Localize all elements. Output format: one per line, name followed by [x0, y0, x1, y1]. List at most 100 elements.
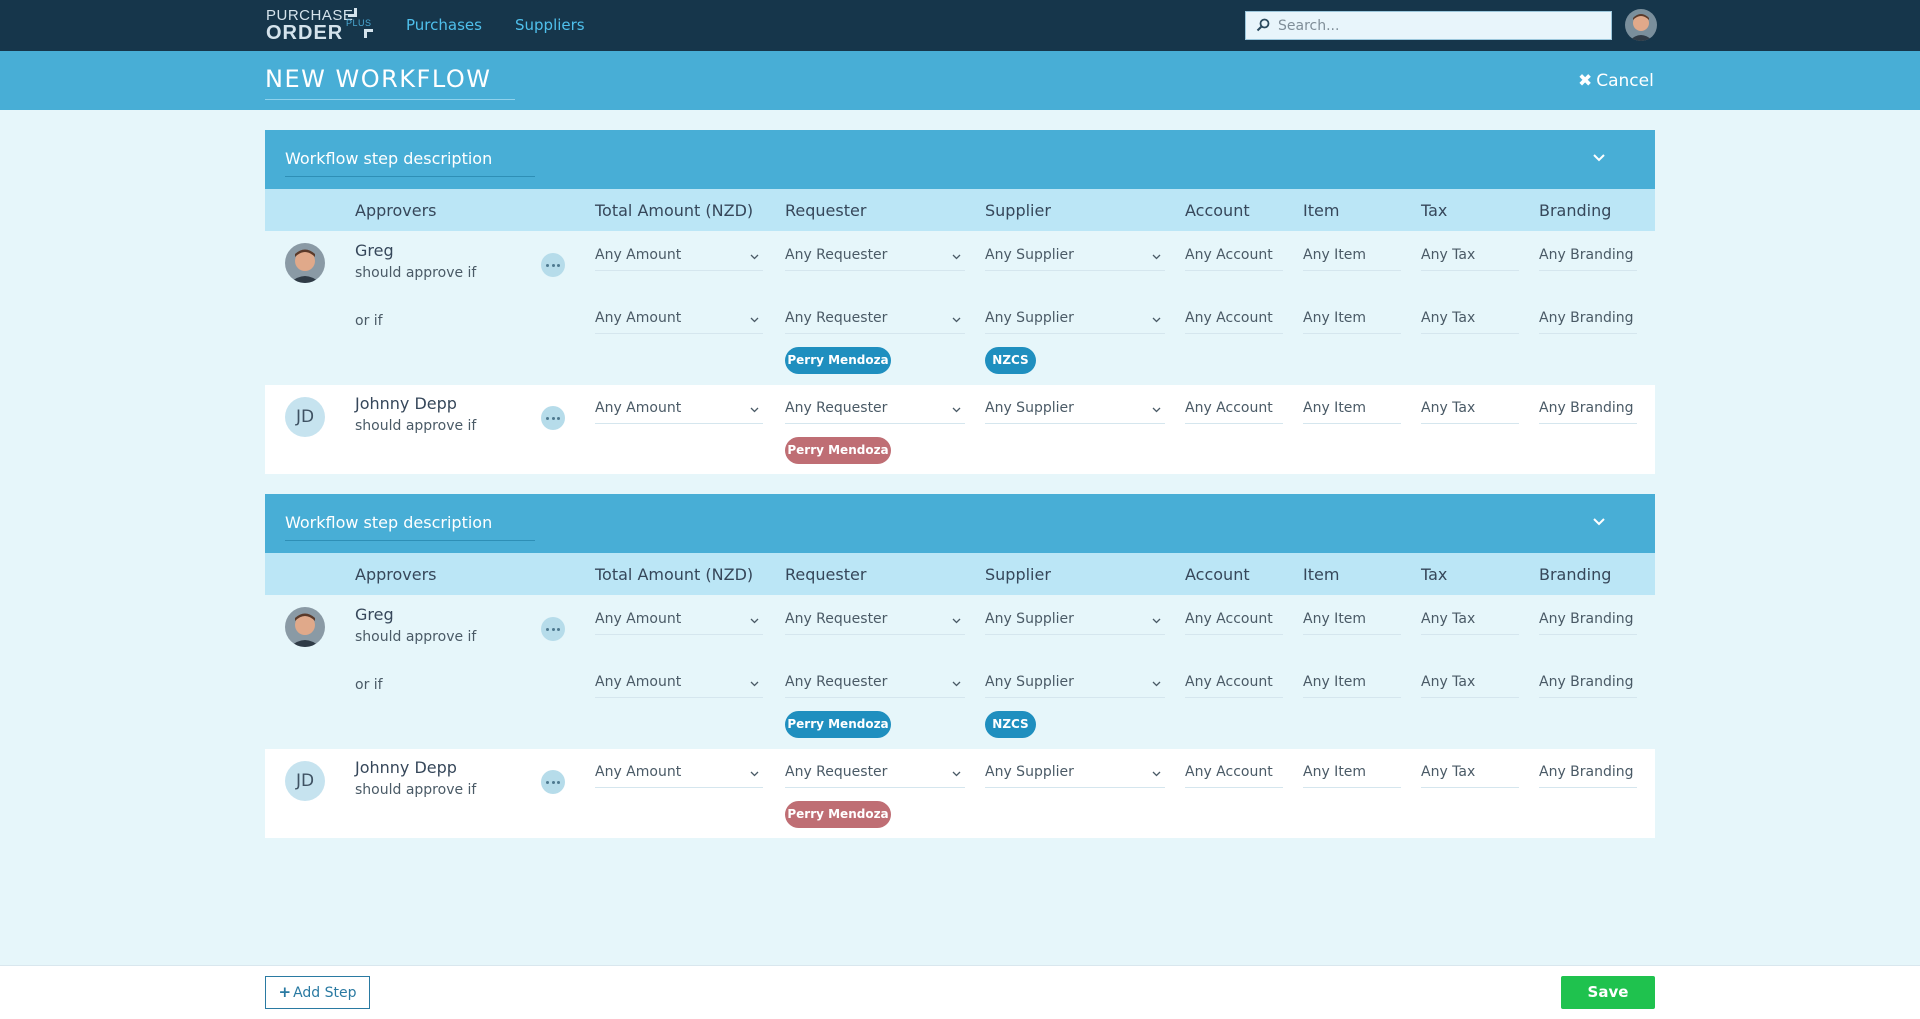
branding-field[interactable]: Any Branding [1539, 394, 1637, 424]
chevron-down-icon[interactable] [1591, 150, 1607, 166]
amount-select[interactable]: Any Amount [595, 241, 763, 271]
requester-select[interactable]: Any Requester [785, 668, 965, 698]
amount-select[interactable]: Any Amount [595, 668, 763, 698]
approver-name: Greg [355, 605, 394, 624]
col-requester: Requester [785, 565, 867, 584]
more-options-button[interactable] [541, 406, 565, 430]
search-box [1245, 11, 1612, 40]
logo-line1: PURCHASE [266, 7, 354, 24]
approver-condition-label: should approve if [355, 782, 477, 798]
approver-group: Greg should approve if Any Amount Any Re… [265, 231, 1655, 385]
supplier-select[interactable]: Any Supplier [985, 605, 1165, 635]
save-button[interactable]: Save [1561, 976, 1655, 1009]
approver-avatar [285, 607, 325, 647]
plus-icon: + [278, 983, 292, 1001]
requester-select[interactable]: Any Requester [785, 304, 965, 334]
app-logo[interactable]: PURCHASE ORDER PLUS [266, 7, 373, 44]
amount-select[interactable]: Any Amount [595, 605, 763, 635]
cancel-button[interactable]: ✖ Cancel [1578, 71, 1654, 91]
branding-field[interactable]: Any Branding [1539, 241, 1637, 271]
amount-select[interactable]: Any Amount [595, 304, 763, 334]
account-field[interactable]: Any Account [1185, 758, 1283, 788]
step-header: Workflow step description [265, 130, 1655, 189]
workflow-step: Workflow step description Approvers Tota… [265, 130, 1655, 474]
approver-group: JD Johnny Depp should approve if Any Amo… [265, 749, 1655, 838]
item-field[interactable]: Any Item [1303, 758, 1401, 788]
tax-field[interactable]: Any Tax [1421, 304, 1519, 334]
branding-field[interactable]: Any Branding [1539, 304, 1637, 334]
supplier-select[interactable]: Any Supplier [985, 668, 1165, 698]
supplier-tag[interactable]: NZCS [985, 347, 1036, 374]
more-options-button[interactable] [541, 253, 565, 277]
requester-tag[interactable]: Perry Mendoza [785, 347, 891, 374]
step-description-input[interactable]: Workflow step description [285, 149, 535, 177]
requester-select[interactable]: Any Requester [785, 394, 965, 424]
account-field[interactable]: Any Account [1185, 394, 1283, 424]
item-field[interactable]: Any Item [1303, 605, 1401, 635]
chevron-down-icon [1152, 681, 1161, 687]
amount-select[interactable]: Any Amount [595, 758, 763, 788]
branding-field[interactable]: Any Branding [1539, 668, 1637, 698]
approver-group: JD Johnny Depp should approve if Any Amo… [265, 385, 1655, 474]
chevron-down-icon [750, 681, 759, 687]
supplier-tag[interactable]: NZCS [985, 711, 1036, 738]
requester-tag[interactable]: Perry Mendoza [785, 437, 891, 464]
amount-select[interactable]: Any Amount [595, 394, 763, 424]
approver-group: Greg should approve if Any Amount Any Re… [265, 595, 1655, 749]
more-options-button[interactable] [541, 617, 565, 641]
approver-name: Greg [355, 241, 394, 260]
page-title: NEW WORKFLOW [265, 65, 515, 100]
chevron-down-icon [750, 618, 759, 624]
tax-field[interactable]: Any Tax [1421, 394, 1519, 424]
requester-select[interactable]: Any Requester [785, 241, 965, 271]
col-branding: Branding [1539, 201, 1612, 220]
item-field[interactable]: Any Item [1303, 241, 1401, 271]
tax-field[interactable]: Any Tax [1421, 605, 1519, 635]
nav-suppliers[interactable]: Suppliers [515, 16, 585, 34]
chevron-down-icon [750, 254, 759, 260]
more-options-button[interactable] [541, 770, 565, 794]
column-headers: Approvers Total Amount (NZD) Requester S… [265, 553, 1655, 595]
item-field[interactable]: Any Item [1303, 304, 1401, 334]
tax-field[interactable]: Any Tax [1421, 668, 1519, 698]
nav-purchases[interactable]: Purchases [406, 16, 482, 34]
branding-field[interactable]: Any Branding [1539, 605, 1637, 635]
requester-tag[interactable]: Perry Mendoza [785, 711, 891, 738]
supplier-select[interactable]: Any Supplier [985, 304, 1165, 334]
requester-select[interactable]: Any Requester [785, 605, 965, 635]
page-header: NEW WORKFLOW ✖ Cancel [0, 51, 1920, 110]
account-field[interactable]: Any Account [1185, 668, 1283, 698]
requester-tag[interactable]: Perry Mendoza [785, 801, 891, 828]
col-branding: Branding [1539, 565, 1612, 584]
tax-field[interactable]: Any Tax [1421, 758, 1519, 788]
col-tax: Tax [1421, 565, 1448, 584]
user-avatar[interactable] [1625, 9, 1657, 41]
approver-initials-avatar: JD [285, 761, 325, 801]
tax-field[interactable]: Any Tax [1421, 241, 1519, 271]
add-step-label: Add Step [293, 985, 357, 1001]
account-field[interactable]: Any Account [1185, 304, 1283, 334]
supplier-select[interactable]: Any Supplier [985, 241, 1165, 271]
branding-field[interactable]: Any Branding [1539, 758, 1637, 788]
requester-select[interactable]: Any Requester [785, 758, 965, 788]
supplier-select[interactable]: Any Supplier [985, 758, 1165, 788]
search-icon [1256, 18, 1270, 32]
logo-corner-mark [348, 8, 357, 17]
chevron-down-icon [1152, 618, 1161, 624]
supplier-select[interactable]: Any Supplier [985, 394, 1165, 424]
chevron-down-icon [1152, 771, 1161, 777]
account-field[interactable]: Any Account [1185, 605, 1283, 635]
step-description-input[interactable]: Workflow step description [285, 513, 535, 541]
logo-plus: PLUS [346, 18, 372, 28]
account-field[interactable]: Any Account [1185, 241, 1283, 271]
add-step-button[interactable]: + Add Step [265, 976, 370, 1009]
search-input[interactable] [1278, 12, 1603, 39]
col-approvers: Approvers [355, 201, 437, 220]
approver-initials-avatar: JD [285, 397, 325, 437]
item-field[interactable]: Any Item [1303, 668, 1401, 698]
logo-line2: ORDER [266, 22, 344, 44]
column-headers: Approvers Total Amount (NZD) Requester S… [265, 189, 1655, 231]
item-field[interactable]: Any Item [1303, 394, 1401, 424]
approver-avatar [285, 243, 325, 283]
chevron-down-icon[interactable] [1591, 514, 1607, 530]
